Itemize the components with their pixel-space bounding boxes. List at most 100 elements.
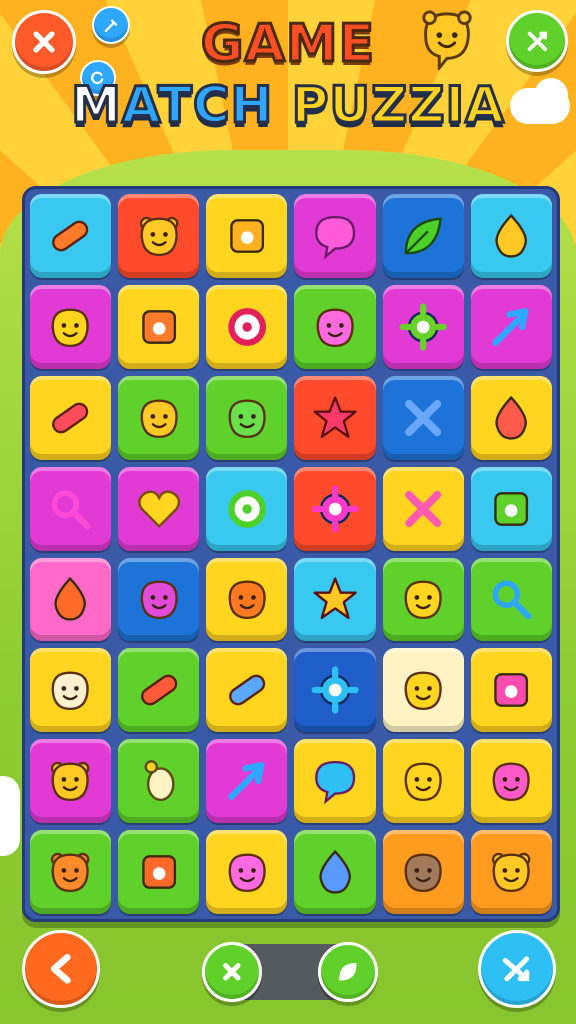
shuffle-icon [502, 956, 530, 982]
arrow-icon [492, 307, 529, 346]
board-tile[interactable] [30, 648, 112, 733]
board-tile[interactable] [294, 375, 376, 460]
board-tile[interactable] [30, 739, 112, 824]
bird-icon [404, 853, 442, 893]
link-icon [228, 489, 266, 528]
bear-face-icon [492, 852, 531, 893]
board-tile[interactable] [470, 284, 552, 369]
board-tile[interactable] [382, 830, 464, 914]
speech-bubble-icon [315, 215, 356, 260]
share-button[interactable] [478, 930, 556, 1008]
board-tile[interactable] [382, 284, 464, 369]
board-tile[interactable] [118, 284, 200, 369]
chick-icon [404, 580, 442, 620]
board-tile[interactable] [294, 830, 376, 914]
board-tile[interactable] [470, 830, 552, 914]
slime-icon [319, 849, 351, 894]
board-tile[interactable] [118, 648, 200, 733]
orange-face-icon [228, 580, 266, 620]
back-button[interactable] [22, 930, 100, 1008]
board-tile[interactable] [294, 557, 376, 642]
board-tile[interactable] [30, 375, 112, 460]
smiley-icon [228, 853, 266, 893]
record-icon [228, 307, 266, 346]
cancel-button[interactable] [202, 942, 262, 1002]
board-tile[interactable] [470, 375, 552, 460]
board-tile[interactable] [382, 557, 464, 642]
board-tile[interactable] [382, 648, 464, 733]
gear-icon [311, 666, 359, 714]
board-tile[interactable] [30, 284, 112, 369]
ticket-icon [494, 673, 529, 708]
cloud-decoration [0, 776, 20, 856]
board-tile[interactable] [294, 284, 376, 369]
board-tile[interactable] [30, 466, 112, 551]
camera-icon [141, 309, 176, 344]
hint-button[interactable] [318, 942, 378, 1002]
title-line-2-part-c: PUZZIA [273, 75, 505, 136]
brush-icon [228, 762, 265, 801]
house-icon [141, 855, 176, 889]
star-face-icon [313, 577, 357, 620]
board-tile[interactable] [470, 557, 552, 642]
board-tile[interactable] [206, 648, 288, 733]
board-tile[interactable] [382, 194, 464, 278]
board-tile[interactable] [470, 648, 552, 733]
title-line-2: MATCH PUZZIA [0, 74, 576, 136]
board-tile[interactable] [206, 375, 288, 460]
pear-icon [495, 213, 528, 258]
board-tile[interactable] [118, 739, 200, 824]
balloon-icon [495, 395, 528, 440]
phone-icon [315, 761, 356, 805]
leaf-icon [404, 217, 442, 255]
board-tile[interactable] [118, 194, 200, 278]
rocket-icon [140, 674, 177, 706]
star-icon [313, 396, 357, 438]
heart-icon [137, 490, 180, 528]
board-tile[interactable] [470, 466, 552, 551]
chick-icon [404, 762, 442, 802]
game-title: GAME MATCH PUZZIA [0, 13, 576, 136]
blob-icon [492, 762, 530, 802]
board-tile[interactable] [206, 830, 288, 914]
board-tile[interactable] [470, 739, 552, 824]
board-tile[interactable] [294, 739, 376, 824]
board-tile[interactable] [294, 648, 376, 733]
board-tile[interactable] [206, 557, 288, 642]
egg-icon [144, 760, 175, 802]
game-board [22, 186, 560, 922]
board-tile[interactable] [382, 375, 464, 460]
board-tile[interactable] [30, 194, 112, 278]
owl-icon [140, 399, 178, 438]
hand-mirror-icon [492, 580, 532, 620]
hotdog-icon [52, 220, 89, 252]
board-tile[interactable] [470, 194, 552, 278]
board-tile[interactable] [206, 284, 288, 369]
board-tile[interactable] [294, 194, 376, 278]
cross-icon [405, 399, 442, 436]
board-tile[interactable] [382, 466, 464, 551]
lollipop-icon [54, 577, 87, 622]
fox-face-icon [51, 852, 90, 893]
board-tile[interactable] [30, 557, 112, 642]
bug-icon [399, 303, 447, 351]
board-tile[interactable] [294, 466, 376, 551]
chick-icon [404, 671, 442, 711]
leaf-icon [339, 963, 357, 981]
board-tile[interactable] [206, 739, 288, 824]
tile-grid [30, 194, 552, 914]
board-tile[interactable] [206, 466, 288, 551]
board-tile[interactable] [382, 739, 464, 824]
board-tile[interactable] [118, 830, 200, 914]
ghost-icon [140, 580, 178, 620]
title-line-2-part-a: M [70, 75, 123, 136]
board-tile[interactable] [206, 194, 288, 278]
germ-icon [311, 484, 359, 533]
title-line-1: GAME [199, 13, 376, 76]
note-icon [230, 219, 264, 253]
board-tile[interactable] [118, 557, 200, 642]
board-tile[interactable] [118, 466, 200, 551]
board-tile[interactable] [118, 375, 200, 460]
board-tile[interactable] [30, 830, 112, 914]
title-line-2-part-b: ATCH [120, 75, 274, 136]
